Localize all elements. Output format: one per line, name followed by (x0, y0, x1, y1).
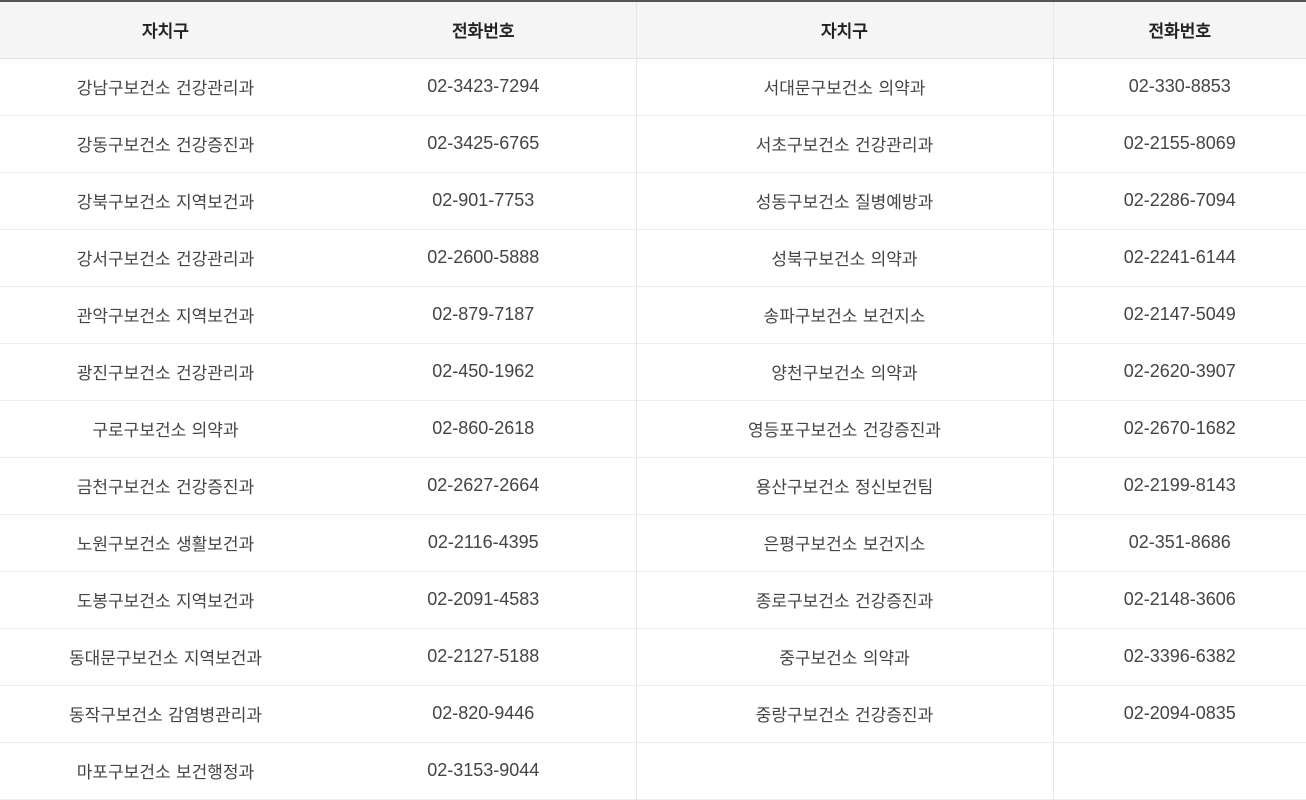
district-left-cell: 강북구보건소 지역보건과 (0, 172, 331, 230)
header-phone-left: 전화번호 (331, 0, 636, 59)
district-right-cell: 서초구보건소 건강관리과 (635, 115, 1053, 173)
table-row: 도봉구보건소 지역보건과 02-2091-4583 종로구보건소 건강증진과 02-2… (0, 571, 1306, 629)
table-row: 강남구보건소 건강관리과 02-3423-7294 서대문구보건소 의약과 02-33… (0, 58, 1306, 116)
phone-left-cell: 02-2127-5188 (331, 628, 636, 686)
table-row: 강동구보건소 건강증진과 02-3425-6765 서초구보건소 건강관리과 02-2… (0, 115, 1306, 173)
district-right-cell: 영등포구보건소 건강증진과 (635, 400, 1053, 458)
table-row: 금천구보건소 건강증진과 02-2627-2664 용산구보건소 정신보건팀 02-2… (0, 457, 1306, 515)
phone-left-cell: 02-2116-4395 (331, 514, 636, 572)
table-row: 강서구보건소 건강관리과 02-2600-5888 성북구보건소 의약과 02-224… (0, 229, 1306, 287)
table-row: 마포구보건소 보건행정과 02-3153-9044 (0, 742, 1306, 800)
phone-left-cell: 02-2600-5888 (331, 229, 636, 287)
phone-left-cell: 02-3425-6765 (331, 115, 636, 173)
district-left-cell: 관악구보건소 지역보건과 (0, 286, 331, 344)
district-right-cell: 성동구보건소 질병예방과 (635, 172, 1053, 230)
phone-right-cell: 02-330-8853 (1052, 58, 1306, 116)
district-right-cell: 송파구보건소 보건지소 (635, 286, 1053, 344)
district-left-cell: 노원구보건소 생활보건과 (0, 514, 331, 572)
phone-left-cell: 02-2627-2664 (331, 457, 636, 515)
table-row: 동대문구보건소 지역보건과 02-2127-5188 중구보건소 의약과 02-339… (0, 628, 1306, 686)
district-left-cell: 마포구보건소 보건행정과 (0, 742, 331, 800)
district-right-cell: 양천구보건소 의약과 (635, 343, 1053, 401)
phone-right-cell: 02-2620-3907 (1052, 343, 1306, 401)
table-row: 관악구보건소 지역보건과 02-879-7187 송파구보건소 보건지소 02-214… (0, 286, 1306, 344)
phone-right-cell: 02-351-8686 (1052, 514, 1306, 572)
district-left-cell: 강남구보건소 건강관리과 (0, 58, 331, 116)
phone-right-cell: 02-3396-6382 (1052, 628, 1306, 686)
phone-left-cell: 02-3153-9044 (331, 742, 636, 800)
district-right-cell: 중구보건소 의약과 (635, 628, 1053, 686)
phone-left-cell: 02-3423-7294 (331, 58, 636, 116)
table-row: 노원구보건소 생활보건과 02-2116-4395 은평구보건소 보건지소 02-35… (0, 514, 1306, 572)
phone-right-cell: 02-2155-8069 (1052, 115, 1306, 173)
district-left-cell: 동작구보건소 감염병관리과 (0, 685, 331, 743)
district-right-cell: 용산구보건소 정신보건팀 (635, 457, 1053, 515)
phone-right-cell: 02-2199-8143 (1052, 457, 1306, 515)
district-left-cell: 동대문구보건소 지역보건과 (0, 628, 331, 686)
table-row: 구로구보건소 의약과 02-860-2618 영등포구보건소 건강증진과 02-267… (0, 400, 1306, 458)
phone-left-cell: 02-901-7753 (331, 172, 636, 230)
health-center-contacts-table: 자치구 전화번호 자치구 전화번호 강남구보건소 건강관리과 02-3423-72… (0, 0, 1306, 800)
district-right-cell: 성북구보건소 의약과 (635, 229, 1053, 287)
phone-left-cell: 02-2091-4583 (331, 571, 636, 629)
table-header: 자치구 전화번호 자치구 전화번호 (0, 0, 1306, 59)
phone-right-cell: 02-2094-0835 (1052, 685, 1306, 743)
phone-right-cell: 02-2286-7094 (1052, 172, 1306, 230)
district-right-cell: 종로구보건소 건강증진과 (635, 571, 1053, 629)
phone-left-cell: 02-450-1962 (331, 343, 636, 401)
table-body: 강남구보건소 건강관리과 02-3423-7294 서대문구보건소 의약과 02-33… (0, 58, 1306, 800)
phone-right-cell (1052, 742, 1306, 800)
district-left-cell: 구로구보건소 의약과 (0, 400, 331, 458)
table-row: 광진구보건소 건강관리과 02-450-1962 양천구보건소 의약과 02-2620… (0, 343, 1306, 401)
phone-right-cell: 02-2147-5049 (1052, 286, 1306, 344)
district-right-cell: 중랑구보건소 건강증진과 (635, 685, 1053, 743)
district-right-cell: 서대문구보건소 의약과 (635, 58, 1053, 116)
phone-right-cell: 02-2148-3606 (1052, 571, 1306, 629)
district-left-cell: 강동구보건소 건강증진과 (0, 115, 331, 173)
header-district-right: 자치구 (635, 0, 1053, 59)
table-row: 동작구보건소 감염병관리과 02-820-9446 중랑구보건소 건강증진과 02-2… (0, 685, 1306, 743)
district-left-cell: 강서구보건소 건강관리과 (0, 229, 331, 287)
header-district-left: 자치구 (0, 0, 331, 59)
phone-right-cell: 02-2241-6144 (1052, 229, 1306, 287)
phone-left-cell: 02-820-9446 (331, 685, 636, 743)
phone-left-cell: 02-860-2618 (331, 400, 636, 458)
header-phone-right: 전화번호 (1052, 0, 1306, 59)
district-right-cell: 은평구보건소 보건지소 (635, 514, 1053, 572)
district-left-cell: 도봉구보건소 지역보건과 (0, 571, 331, 629)
table-row: 강북구보건소 지역보건과 02-901-7753 성동구보건소 질병예방과 02-22… (0, 172, 1306, 230)
district-right-cell (635, 742, 1053, 800)
phone-right-cell: 02-2670-1682 (1052, 400, 1306, 458)
district-left-cell: 광진구보건소 건강관리과 (0, 343, 331, 401)
phone-left-cell: 02-879-7187 (331, 286, 636, 344)
district-left-cell: 금천구보건소 건강증진과 (0, 457, 331, 515)
header-row: 자치구 전화번호 자치구 전화번호 (0, 0, 1306, 59)
